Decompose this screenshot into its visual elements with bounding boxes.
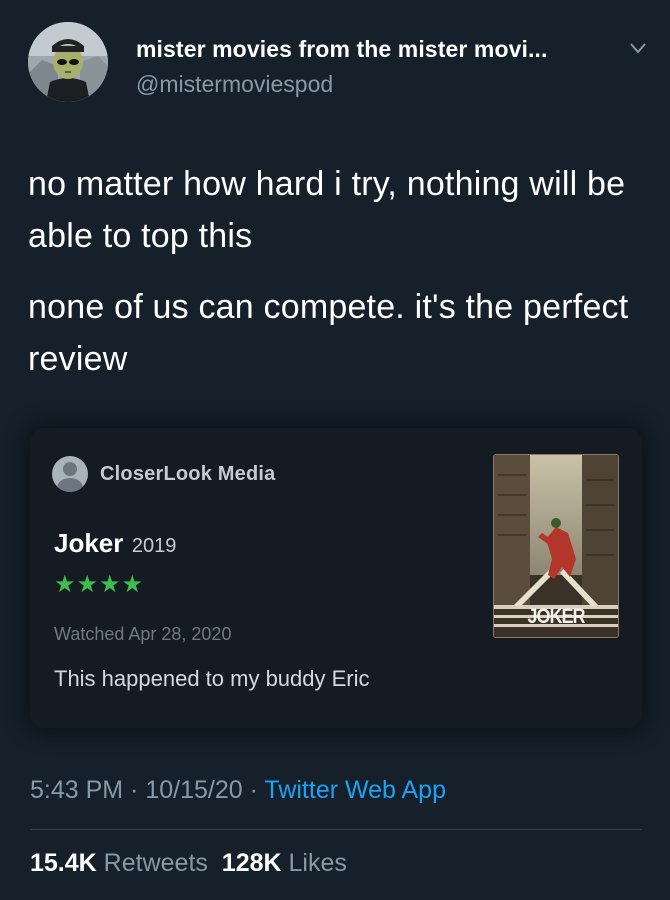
retweets-count: 15.4K [30,849,97,877]
tweet-stats: 15.4K Retweets 128K Likes [30,849,347,878]
reviewer: CloserLook Media [52,456,275,492]
author-avatar[interactable] [28,22,108,102]
star-rating: ★★★★ [54,571,145,598]
likes-count: 128K [221,849,282,877]
poster-title: JOKER [527,603,585,628]
film-title: Joker [54,528,124,558]
review-text: This happened to my buddy Eric [54,666,370,691]
divider [30,829,642,830]
tweet-text-paragraph: none of us can compete. it's the perfect… [28,288,629,378]
film-heading: Joker 2019 [54,528,176,559]
alien-avatar-icon [28,22,108,102]
retweets-label: Retweets [103,849,208,877]
review-screenshot-card[interactable]: CloserLook Media Joker 2019 ★★★★ Watched… [30,428,642,728]
tweet-source-link[interactable]: Twitter Web App [264,776,446,804]
retweets-stat[interactable]: 15.4K Retweets [30,849,208,877]
likes-label: Likes [288,849,347,877]
tweet-metadata: 5:43 PM · 10/15/20 · Twitter Web App [30,776,446,805]
author-display-name[interactable]: mister movies from the mister movi... [136,36,547,63]
film-year: 2019 [131,535,177,557]
author-handle[interactable]: @mistermoviespod [136,71,333,98]
reviewer-avatar-icon [52,456,88,492]
meta-separator: · [242,776,265,804]
chevron-down-icon[interactable] [628,40,648,56]
meta-separator: · [123,776,146,804]
likes-stat[interactable]: 128K Likes [222,849,347,877]
watched-date: Watched Apr 28, 2020 [54,624,232,644]
tweet-time[interactable]: 5:43 PM [30,776,123,804]
film-poster: JOKER [493,454,619,638]
tweet-text-paragraph: no matter how hard i try, nothing will b… [28,165,626,255]
tweet-date[interactable]: 10/15/20 [145,776,242,804]
tweet-header: mister movies from the mister movi... @m… [28,22,648,110]
reviewer-name: CloserLook Media [100,462,276,485]
